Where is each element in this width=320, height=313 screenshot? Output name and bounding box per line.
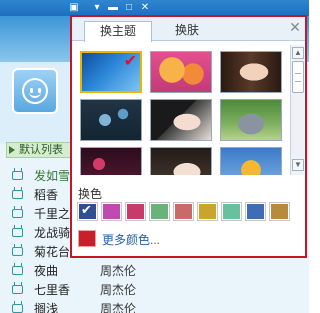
scroll-thumb[interactable]	[292, 61, 304, 93]
close-icon[interactable]: ✕	[139, 2, 151, 14]
color-swatch[interactable]	[101, 202, 122, 221]
song-title: 搁浅	[34, 302, 59, 313]
more-colors-row[interactable]: 更多颜色...	[78, 230, 278, 248]
theme-thumb-night[interactable]	[80, 147, 142, 175]
tv-icon	[12, 304, 23, 313]
more-colors-swatch[interactable]	[78, 230, 96, 247]
song-title: 菊花台	[34, 245, 71, 259]
playlist-header[interactable]: 默认列表	[6, 142, 72, 158]
tv-icon	[12, 266, 23, 275]
tv-icon	[12, 190, 23, 199]
song-artist: 周杰伦	[100, 302, 137, 313]
theme-grid: ✔	[78, 49, 288, 175]
song-row[interactable]: 夜曲 周杰伦	[12, 262, 182, 280]
color-swatch[interactable]	[269, 202, 290, 221]
song-title: 发如雪	[34, 169, 71, 183]
song-row[interactable]: 搁浅 周杰伦	[12, 300, 182, 313]
close-x-icon[interactable]: ✕	[289, 20, 301, 34]
checkmark-icon: ✔	[123, 53, 137, 70]
color-section-label: 换色	[78, 187, 103, 201]
window-titlebar: ▣ ▾ ▬ □ ✕	[0, 0, 309, 16]
song-artist: 周杰伦	[100, 264, 137, 278]
song-title: 七里香	[34, 283, 71, 297]
song-row[interactable]: 七里香 周杰伦	[12, 281, 182, 299]
color-swatch[interactable]	[197, 202, 218, 221]
scroll-up-icon[interactable]: ▲	[292, 47, 304, 59]
theme-thumb-classical-girl[interactable]	[150, 147, 212, 175]
tv-icon	[12, 285, 23, 294]
tv-icon	[12, 209, 23, 218]
dropdown-icon[interactable]: ▾	[91, 2, 103, 14]
tv-icon	[12, 247, 23, 256]
expand-arrow-icon	[9, 146, 15, 154]
color-swatch[interactable]	[173, 202, 194, 221]
theme-thumb-blue-default[interactable]: ✔	[80, 51, 142, 93]
scroll-down-icon[interactable]: ▼	[292, 159, 304, 171]
theme-thumb-totoro[interactable]	[220, 99, 282, 141]
tab-label: 换主题	[99, 24, 136, 38]
color-swatch[interactable]	[221, 202, 242, 221]
tv-icon	[12, 171, 23, 180]
theme-thumb-cartoon-pink[interactable]	[150, 51, 212, 93]
theme-thumb-orange-cartoon[interactable]	[220, 147, 282, 175]
tab-change-theme[interactable]: 换主题	[84, 21, 152, 42]
tab-bar: 换主题 换肤 ✕	[72, 17, 305, 42]
minimize-icon[interactable]: ▬	[107, 2, 119, 14]
theme-thumb-ink-painting-girl[interactable]	[150, 99, 212, 141]
theme-thumb-portrait-girl[interactable]	[220, 51, 282, 93]
color-swatch[interactable]	[125, 202, 146, 221]
color-swatch-row: ✔	[77, 202, 298, 223]
theme-thumb-dark-flowers[interactable]	[80, 99, 142, 141]
color-swatch[interactable]	[149, 202, 170, 221]
tab-change-skin[interactable]: 换肤	[154, 21, 220, 41]
menu-icon[interactable]: ▣	[68, 2, 80, 14]
song-title: 夜曲	[34, 264, 59, 278]
checkmark-icon: ✔	[81, 202, 92, 217]
tab-label: 换肤	[174, 23, 199, 37]
more-colors-link[interactable]: 更多颜色...	[102, 231, 160, 248]
avatar[interactable]	[12, 68, 58, 114]
song-title: 稻香	[34, 188, 59, 202]
playlist-header-label: 默认列表	[19, 144, 63, 156]
skin-popup: 换主题 换肤 ✕ ✔ ▲ ▼ 换色 ✔ 更多颜色...	[70, 15, 307, 258]
theme-scrollbar[interactable]: ▲ ▼	[290, 45, 304, 175]
song-artist: 周杰伦	[100, 283, 137, 297]
smiley-icon	[22, 78, 48, 104]
tv-icon	[12, 228, 23, 237]
color-swatch[interactable]: ✔	[77, 202, 98, 221]
color-swatch[interactable]	[245, 202, 266, 221]
maximize-icon[interactable]: □	[123, 2, 135, 14]
